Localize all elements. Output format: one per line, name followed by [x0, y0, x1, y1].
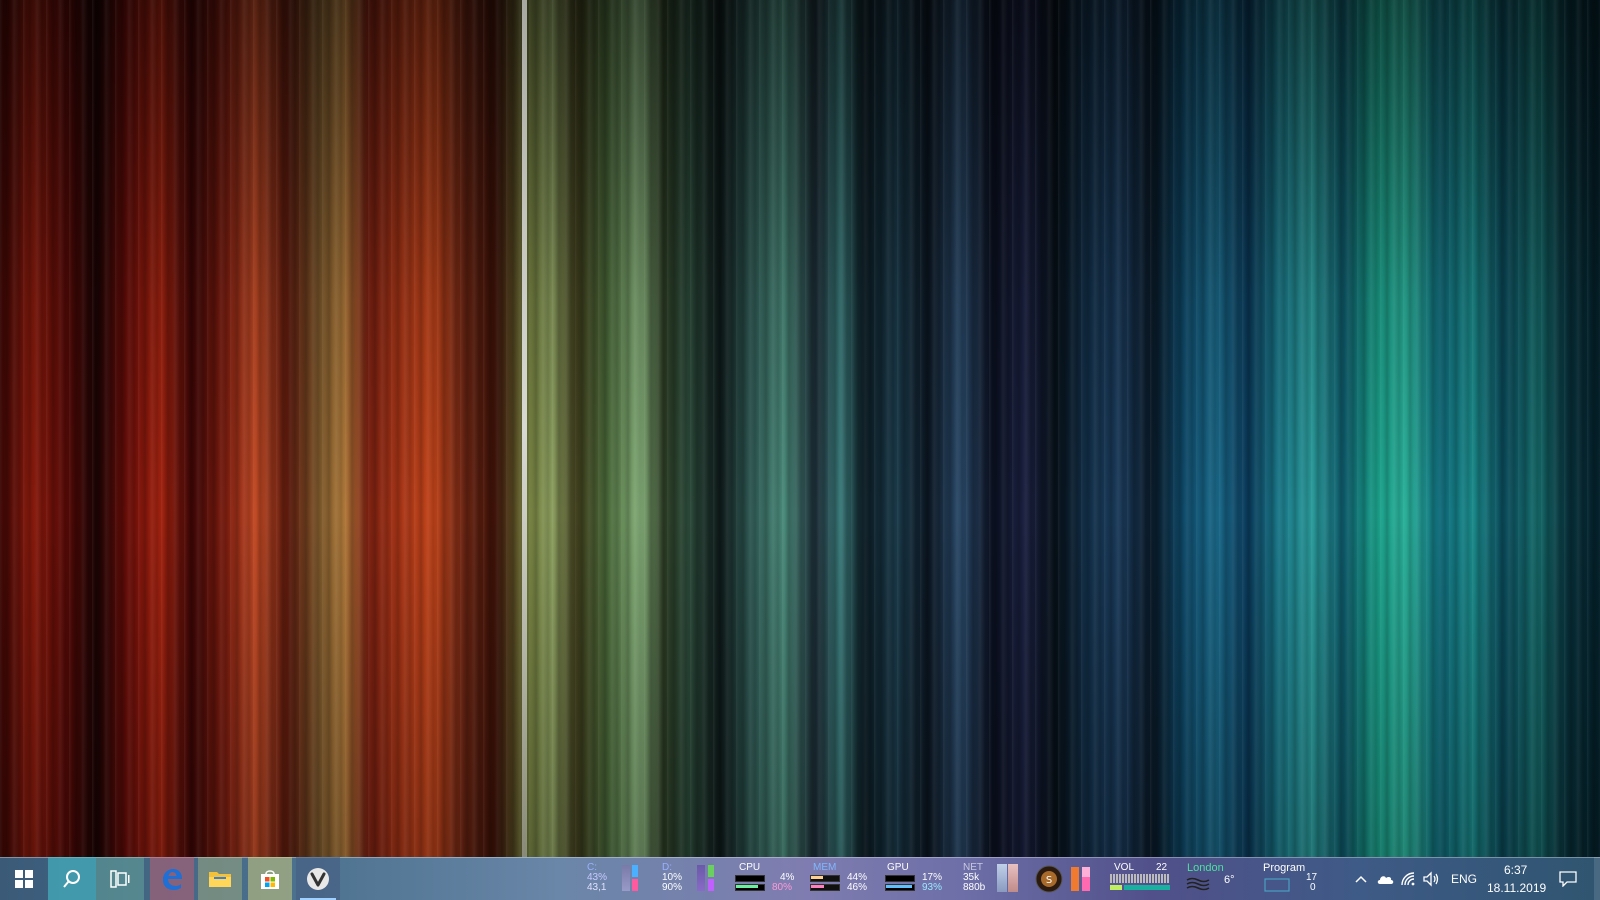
disk-c-bar [622, 865, 630, 891]
disk-d-bar [697, 865, 705, 891]
wallpaper-stripes [0, 0, 1600, 857]
onedrive-button[interactable] [1374, 857, 1396, 900]
cpu-label: CPU [739, 862, 761, 873]
task-view-button[interactable] [96, 857, 144, 900]
fog-icon [1186, 877, 1210, 891]
start-button[interactable] [0, 857, 48, 900]
action-center-button[interactable] [1553, 857, 1583, 900]
store-button[interactable] [248, 857, 292, 900]
clock-time: 6:37 [1504, 863, 1528, 877]
wifi-icon [1401, 871, 1415, 885]
mem-graph-2-fill [811, 885, 824, 888]
media-orb-icon: S [1035, 865, 1063, 892]
cpu-graph-1 [735, 875, 765, 882]
program-tv-icon [1264, 878, 1290, 892]
disk-c-value: 43,1 [587, 882, 607, 893]
gpu-graph-1 [885, 875, 915, 882]
volume-button[interactable] [1420, 857, 1442, 900]
network-button[interactable] [1398, 857, 1420, 900]
mem-value-2: 46% [847, 882, 868, 893]
folder-icon [209, 871, 231, 887]
disk-d-read-bar [708, 865, 714, 877]
cpu-graph-2-fill [736, 885, 758, 888]
media-player-button[interactable]: S [1034, 857, 1064, 900]
net-download: 880b [963, 882, 986, 893]
volume-value: 22 [1156, 862, 1168, 873]
disk-d-free: 90% [662, 882, 683, 893]
mem-label: MEM [813, 862, 837, 873]
show-hidden-icons-button[interactable] [1350, 857, 1372, 900]
weather-temperature: 6° [1224, 874, 1235, 886]
net-bar-1 [997, 864, 1007, 892]
cpu-value-2: 80% [772, 882, 793, 893]
desktop-wallpaper [0, 0, 1600, 857]
file-explorer-button[interactable] [198, 857, 242, 900]
vivaldi-icon [307, 867, 329, 890]
notification-icon [1559, 870, 1577, 887]
volume-label: VOL [1114, 862, 1135, 873]
equalizer-button[interactable] [1068, 857, 1094, 900]
disk-c-write-bar [632, 879, 638, 891]
language-indicator: ENG [1450, 871, 1477, 886]
disk-d-write-bar [708, 879, 714, 891]
volume-track-bar [1124, 885, 1170, 890]
gpu-label: GPU [887, 862, 909, 873]
edge-browser-button[interactable] [150, 857, 194, 900]
speaker-icon [1423, 870, 1439, 887]
task-view-icon [110, 869, 130, 888]
edge-browser-icon [163, 868, 182, 890]
clock-date: 18.11.2019 [1487, 881, 1547, 895]
program-count-2: 0 [1310, 882, 1316, 893]
chevron-up-icon [1355, 875, 1367, 883]
gpu-graph-2-fill [886, 885, 912, 888]
svg-text:S: S [1046, 875, 1052, 886]
input-language-button[interactable]: ENG [1448, 857, 1480, 900]
search-icon [63, 869, 80, 888]
mem-graph-1-fill [811, 876, 823, 879]
weather-city: London [1187, 862, 1224, 874]
taskbar: C: 43% 43,1 D: 10% 90% CPU 4% 80% MEM 44… [0, 857, 1600, 900]
search-button[interactable] [48, 857, 96, 900]
wallpaper-light-streak [522, 0, 527, 857]
windows-logo-icon [15, 869, 33, 888]
vivaldi-browser-button[interactable] [296, 857, 340, 900]
show-desktop-button[interactable] [1594, 857, 1600, 900]
disk-c-read-bar [632, 865, 638, 877]
store-bag-icon [261, 869, 279, 889]
cloud-icon [1377, 875, 1394, 884]
program-label: Program [1263, 862, 1306, 874]
equalizer-icon [1071, 866, 1090, 891]
volume-level-bar [1110, 885, 1122, 890]
gpu-value-2: 93% [922, 882, 943, 893]
net-bar-2 [1008, 864, 1018, 892]
volume-meter [1110, 874, 1170, 883]
clock-button[interactable]: 6:37 18.11.2019 [1484, 857, 1546, 900]
